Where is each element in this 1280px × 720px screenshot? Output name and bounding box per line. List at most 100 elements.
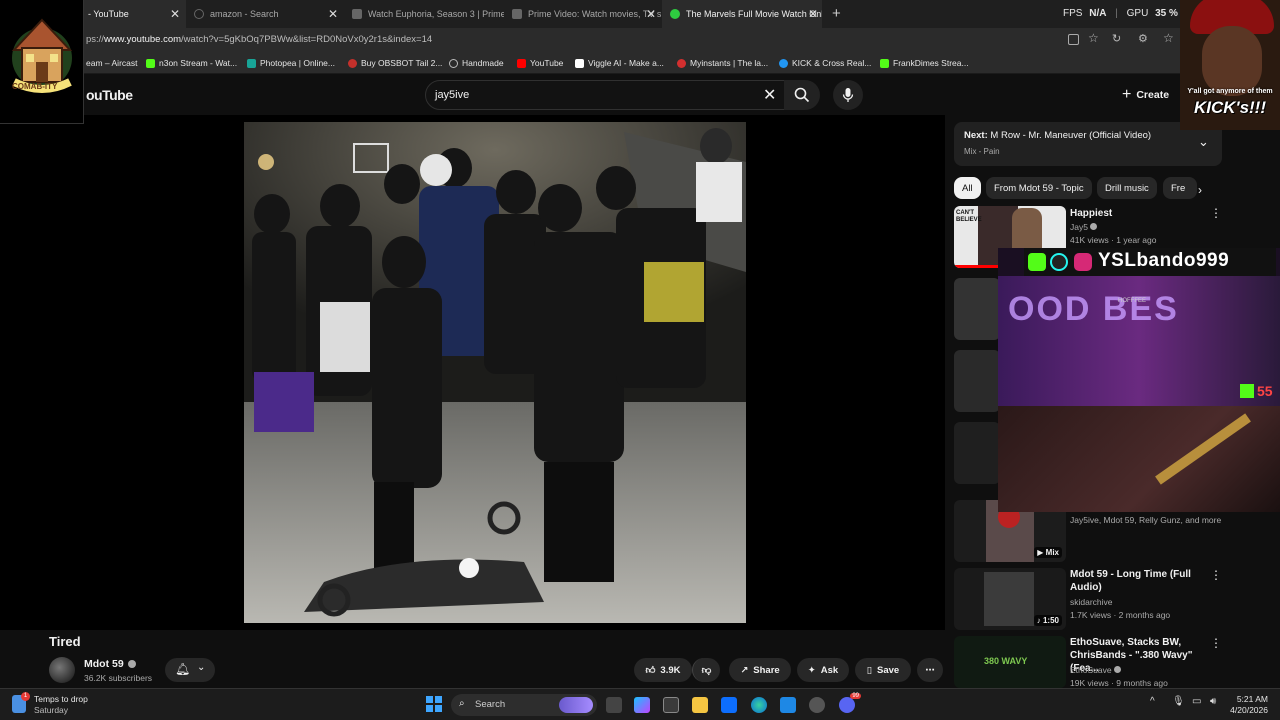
photopea-icon: [247, 58, 256, 68]
gpu-label: GPU: [1126, 8, 1149, 19]
more-vertical-icon[interactable]: ⋮: [1210, 206, 1222, 220]
duration-badge: ♪ 1:50: [1033, 615, 1062, 626]
favorite-star-icon[interactable]: ☆: [1088, 31, 1099, 45]
bookmark-photopea[interactable]: Photopea | Online...: [247, 58, 335, 68]
close-tab-icon[interactable]: ✕: [646, 7, 656, 21]
bookmark-frankdimes[interactable]: FrankDimes Strea...: [880, 58, 969, 68]
close-tab-icon[interactable]: ✕: [328, 7, 338, 21]
mix-badge: ▶ Mix: [1034, 547, 1062, 558]
voice-search-button[interactable]: [833, 80, 863, 110]
close-tab-icon[interactable]: ✕: [170, 7, 180, 21]
expand-playlist-icon[interactable]: ⌄: [1198, 134, 1209, 150]
kick-logo-icon: [1240, 384, 1254, 398]
ask-button[interactable]: ✦ Ask: [797, 658, 849, 682]
new-tab-icon[interactable]: +: [832, 5, 841, 22]
bookmark-handmade[interactable]: Handmade: [449, 58, 504, 68]
edge-browser-icon[interactable]: [751, 697, 767, 713]
bookmark-label: Handmade: [462, 58, 504, 68]
rec-title[interactable]: Mdot 59 - Long Time (Full Audio): [1070, 568, 1200, 594]
refresh-icon[interactable]: ↻: [1112, 32, 1121, 45]
weather-icon[interactable]: 1: [12, 692, 30, 713]
url-field[interactable]: ps://www.youtube.com/watch?v=5gKbOq7PBWw…: [86, 34, 432, 45]
open-in-app-icon[interactable]: [1068, 34, 1079, 45]
tab-title: - YouTube: [88, 9, 129, 19]
share-icon: ↗: [740, 664, 749, 676]
like-button[interactable]: 👍︎ 3.9K: [634, 658, 692, 682]
volume-icon[interactable]: 🔊︎: [1210, 696, 1216, 707]
thumbs-down-icon: 👎︎: [701, 665, 712, 676]
create-label: Create: [1136, 89, 1170, 101]
store-icon[interactable]: [663, 697, 679, 713]
tab-youtube[interactable]: - YouTube ✕: [80, 0, 186, 28]
task-view-icon[interactable]: [606, 697, 622, 713]
youtube-logo[interactable]: ouTube: [86, 87, 133, 103]
taskbar-search[interactable]: ⌕ Search: [451, 694, 597, 716]
network-icon[interactable]: ▭: [1192, 696, 1201, 707]
app-icon[interactable]: [780, 697, 796, 713]
channel-name[interactable]: Mdot 59: [84, 658, 136, 670]
rec-thumbnail[interactable]: [954, 422, 1000, 484]
tab-the-marvels[interactable]: The Marvels Full Movie Watch Onl ✕: [662, 0, 822, 28]
favorites-icon[interactable]: ☆: [1163, 31, 1174, 45]
thumb-caption: CAN'T BELIEVE: [956, 210, 982, 223]
tab-amazon-search[interactable]: amazon - Search ✕: [186, 0, 344, 28]
create-button[interactable]: + Create: [1122, 86, 1169, 104]
windows-start-icon[interactable]: [426, 696, 442, 712]
bookmark-aircast[interactable]: eam – Aircast: [86, 58, 138, 68]
microphone-tray-icon[interactable]: 🎙︎: [1172, 696, 1185, 707]
search-input[interactable]: jay5ive ✕: [425, 80, 790, 110]
bookmark-kick-cross[interactable]: KICK & Cross Real...: [779, 58, 871, 68]
youtube-header: ouTube jay5ive ✕ + Create: [0, 75, 1280, 115]
close-tab-icon[interactable]: ✕: [808, 7, 818, 21]
bookmark-viggle[interactable]: Viggle AI - Make a...: [575, 58, 664, 68]
more-actions-button[interactable]: ⋯: [917, 658, 943, 682]
search-favicon-icon: [194, 9, 204, 19]
extensions-icon[interactable]: ⚙: [1138, 32, 1148, 45]
bookmark-label: Buy OBSBOT Tail 2...: [361, 58, 443, 68]
obs-icon[interactable]: [809, 697, 825, 713]
bookmark-label: FrankDimes Strea...: [893, 58, 969, 68]
more-vertical-icon[interactable]: ⋮: [1210, 636, 1222, 650]
neon-sign: OOD BES: [1008, 290, 1179, 328]
chip-drill-music[interactable]: Drill music: [1097, 177, 1157, 199]
rec-channel: EthoSuave: [1070, 664, 1121, 677]
share-button[interactable]: ↗ Share: [729, 658, 791, 682]
tab-prime-video[interactable]: Prime Video: Watch movies, TV sh ✕: [504, 0, 662, 28]
discord-icon[interactable]: 99: [839, 693, 861, 713]
app-icon[interactable]: [721, 697, 737, 713]
chip-free[interactable]: Fre: [1163, 177, 1197, 199]
bookmark-myinstants[interactable]: Myinstants | The la...: [677, 58, 768, 68]
fps-value: N/A: [1089, 8, 1107, 19]
search-button[interactable]: [784, 80, 820, 110]
rec-thumbnail[interactable]: ♪ 1:50: [954, 568, 1066, 630]
copilot-icon[interactable]: [634, 697, 650, 713]
bookmark-n3on[interactable]: n3on Stream - Wat...: [146, 58, 237, 68]
stream-overlay: YSLbando999 OOD BES HOFFFEE 55: [998, 248, 1280, 512]
channel-avatar[interactable]: [49, 657, 75, 683]
rec-thumbnail[interactable]: 380 WAVY: [954, 636, 1066, 688]
tab-euphoria[interactable]: Watch Euphoria, Season 3 | Prime: [344, 0, 504, 28]
show-hidden-icons-icon[interactable]: ^: [1150, 696, 1155, 707]
file-explorer-icon[interactable]: [692, 697, 708, 713]
clock-time[interactable]: 5:21 AM: [1230, 694, 1268, 704]
chip-all[interactable]: All: [954, 177, 981, 199]
video-frame[interactable]: [244, 122, 746, 623]
fps-label: FPS: [1063, 8, 1083, 19]
chip-from-mdot-59[interactable]: From Mdot 59 - Topic: [986, 177, 1092, 199]
weather-line1[interactable]: Temps to drop: [34, 694, 88, 704]
sparkle-icon: ✦: [807, 664, 816, 676]
chips-next-icon[interactable]: ›: [1198, 183, 1202, 197]
bookmark-youtube[interactable]: YouTube: [517, 58, 563, 68]
bookmark-obsbot[interactable]: Buy OBSBOT Tail 2...: [348, 58, 442, 68]
next-up-line: Next: M Row - Mr. Maneuver (Official Vid…: [964, 130, 1151, 141]
verified-icon: [1113, 666, 1121, 673]
youtube-icon: [517, 58, 526, 68]
clear-search-icon[interactable]: ✕: [763, 85, 776, 105]
dislike-button[interactable]: 👎︎: [692, 658, 720, 682]
rec-thumbnail[interactable]: [954, 278, 1000, 340]
more-vertical-icon[interactable]: ⋮: [1210, 568, 1222, 582]
rec-title[interactable]: Happiest: [1070, 207, 1112, 220]
subscribed-notifications-button[interactable]: 🔔︎ ⌄: [165, 658, 215, 682]
save-button[interactable]: ▯ Save: [855, 658, 911, 682]
rec-thumbnail[interactable]: [954, 350, 1000, 412]
